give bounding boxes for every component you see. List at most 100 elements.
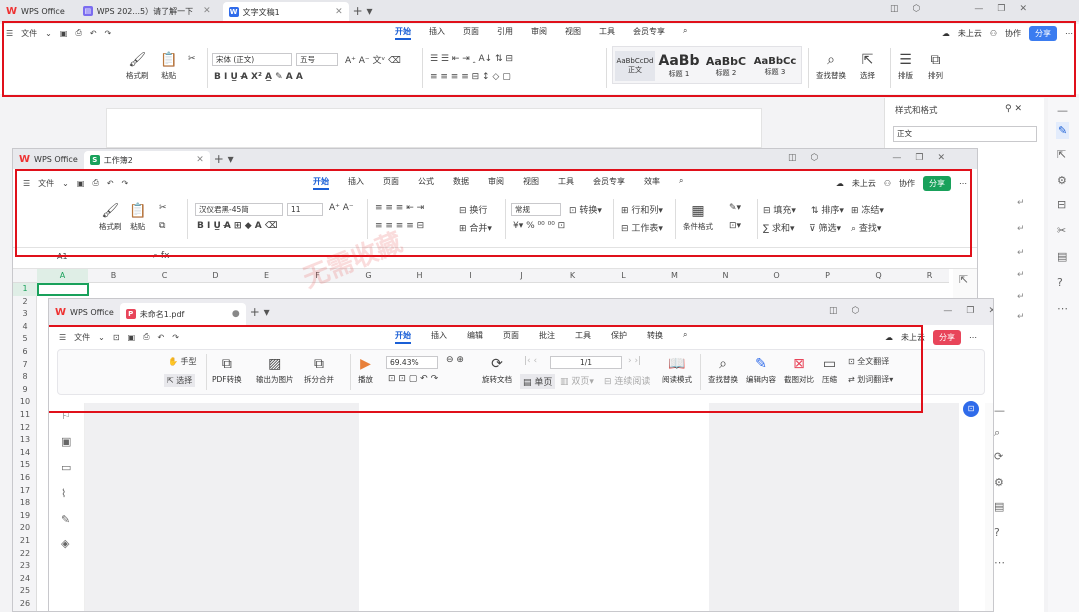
style-heading-3[interactable]: AaBbCc 标题 3 (751, 51, 799, 81)
single-page-button[interactable]: ▤ 单页 (520, 374, 556, 389)
more-icon[interactable]: ⋯ (969, 333, 977, 342)
row-header[interactable]: 1 (13, 283, 37, 296)
row-header[interactable]: 6 (13, 346, 37, 359)
save-icon[interactable]: ▣ (60, 29, 68, 38)
comment-icon[interactable]: ▭ (61, 461, 71, 474)
paste-button[interactable]: 📋 粘贴 (160, 52, 177, 81)
row-header[interactable]: 26 (13, 598, 37, 611)
print-icon[interactable]: ⎙ (143, 332, 149, 342)
restore-icon[interactable]: ❐ (915, 153, 923, 163)
close-icon[interactable]: ✕ (196, 155, 204, 165)
style-gallery[interactable]: AaBbCcDd 正文 AaBb 标题 1 AaBbC 标题 2 AaBbCc 标题 3 (612, 46, 802, 84)
tab-wps-office[interactable]: W WPS Office (49, 301, 120, 323)
row-header[interactable]: 22 (13, 548, 37, 561)
font-name-select[interactable]: 汉仪君黑-45简 (195, 203, 283, 216)
menu-page[interactable]: 页面 (503, 330, 519, 344)
edit-icon[interactable]: ✎ (1056, 122, 1070, 139)
hand-tool-button[interactable]: ✋ 手型 (168, 356, 197, 367)
align-tools[interactable]: ≡ ≡ ≡ ≡ ⊟ ↕ ◇ ▢ (430, 72, 511, 82)
menu-data[interactable]: 数据 (453, 176, 469, 190)
chevron-down-icon[interactable]: ⌄ (98, 333, 105, 342)
pdf-canvas[interactable]: ⊡ (85, 401, 979, 611)
page-nav-prev[interactable]: |‹ ‹ (524, 356, 537, 366)
column-header[interactable]: J (496, 269, 547, 283)
double-page-button[interactable]: ▥ 双页▾ (560, 374, 594, 387)
select-tool-button[interactable]: ⇱ 选择 (164, 374, 196, 387)
fill-button[interactable]: ⊟ 填充▾ (763, 203, 796, 216)
cloud-icon[interactable]: ☁ (836, 179, 844, 188)
page-nav-next[interactable]: › ›| (628, 356, 641, 366)
column-header[interactable]: I (445, 269, 496, 283)
menu-tools[interactable]: 工具 (575, 330, 591, 344)
menu-efficiency[interactable]: 效率 (644, 176, 660, 190)
menu-member[interactable]: 会员专享 (593, 176, 625, 190)
share-button[interactable]: 分享 (923, 175, 951, 191)
column-header[interactable]: H (394, 269, 445, 283)
layout-icon[interactable]: ◫ (788, 153, 797, 163)
format-painter-button[interactable]: 🖌 格式刷 (99, 203, 122, 232)
page-number-input[interactable]: 1/1 (550, 356, 622, 369)
menu-convert[interactable]: 转换 (647, 330, 663, 344)
merge-button[interactable]: ⊞ 合并▾ (459, 221, 492, 234)
layout-icon[interactable]: ◫ (829, 306, 838, 316)
menu-view[interactable]: 视图 (565, 26, 581, 40)
copy-icon[interactable]: ⧉ (159, 221, 165, 231)
cloud-icon[interactable]: ☁ (885, 333, 893, 342)
collab-icon[interactable]: ⚇ (990, 29, 997, 38)
pin-icon[interactable]: ⚲ ✕ (1005, 104, 1022, 114)
row-header[interactable]: 7 (13, 359, 37, 372)
redo-icon[interactable]: ↷ (122, 179, 129, 188)
menu-tools[interactable]: 工具 (558, 176, 574, 190)
row-header[interactable]: 20 (13, 522, 37, 535)
row-header[interactable]: 2 (13, 296, 37, 309)
layers-icon[interactable]: ◈ (61, 537, 69, 550)
style-icon[interactable]: ⊟ (1057, 198, 1066, 211)
undo-icon[interactable]: ↶ (158, 333, 165, 342)
wrap-button[interactable]: ⊟ 换行 (459, 203, 487, 216)
menu-insert[interactable]: 插入 (348, 176, 364, 190)
tools-icon[interactable]: ✂ (1057, 224, 1066, 237)
save-icon[interactable]: ▣ (77, 179, 85, 188)
row-header[interactable]: 3 (13, 308, 37, 321)
search-icon[interactable]: ⌕ (683, 330, 687, 344)
menu-page[interactable]: 页面 (463, 26, 479, 40)
play-button[interactable]: ▶ 播放 (358, 356, 373, 385)
format-painter-button[interactable]: 🖌 格式刷 (126, 52, 149, 81)
column-header[interactable]: Q (853, 269, 904, 283)
column-header[interactable]: B (88, 269, 139, 283)
export-image-button[interactable]: ▨ 输出为图片 (256, 356, 294, 385)
style-heading-1[interactable]: AaBb 标题 1 (657, 51, 701, 81)
search-icon[interactable]: ⌕ (679, 176, 683, 190)
save-icon[interactable]: ▣ (128, 333, 136, 342)
print-icon[interactable]: ⎙ (92, 178, 98, 188)
chevron-down-icon[interactable]: ⌄ (45, 29, 52, 38)
layout-button[interactable]: ☰ 排版 (898, 52, 913, 81)
row-header[interactable]: 19 (13, 510, 37, 523)
menu-insert[interactable]: 插入 (429, 26, 445, 40)
tab-sheet[interactable]: S 工作簿2 ✕ (83, 151, 210, 169)
file-menu[interactable]: 文件 (74, 332, 90, 343)
row-header[interactable]: 9 (13, 384, 37, 397)
find-button[interactable]: ⌕ 查找▾ (851, 221, 881, 234)
share-button[interactable]: 分享 (1029, 25, 1057, 41)
restore-icon[interactable]: ❐ (966, 306, 974, 316)
valign-tools[interactable]: ≡ ≡ ≡ ⇤ ⇥ (375, 203, 424, 213)
find-replace-button[interactable]: ⌕ 查找替换 (708, 356, 738, 385)
menu-page[interactable]: 页面 (383, 176, 399, 190)
cut-icon[interactable]: ✂ (188, 54, 196, 64)
column-header[interactable]: L (598, 269, 649, 283)
freeze-button[interactable]: ⊞ 冻结▾ (851, 203, 884, 216)
row-header[interactable]: 4 (13, 321, 37, 334)
split-merge-button[interactable]: ⧉ 拆分合并 (304, 356, 334, 385)
search-icon[interactable]: ⌕ (994, 426, 1000, 440)
menu-review[interactable]: 审阅 (488, 176, 504, 190)
writer-page[interactable] (106, 108, 762, 148)
pdf-page[interactable] (359, 403, 709, 611)
screenshot-compare-button[interactable]: ⊠ 截图对比 (784, 356, 814, 385)
row-header[interactable]: 14 (13, 447, 37, 460)
compress-button[interactable]: ▭ 压缩 (822, 356, 837, 385)
menu-start[interactable]: 开始 (395, 26, 411, 40)
filter-button[interactable]: ⊽ 筛选▾ (809, 221, 841, 234)
select-button[interactable]: ⇱ 选择 (860, 52, 875, 81)
menu-view[interactable]: 视图 (523, 176, 539, 190)
